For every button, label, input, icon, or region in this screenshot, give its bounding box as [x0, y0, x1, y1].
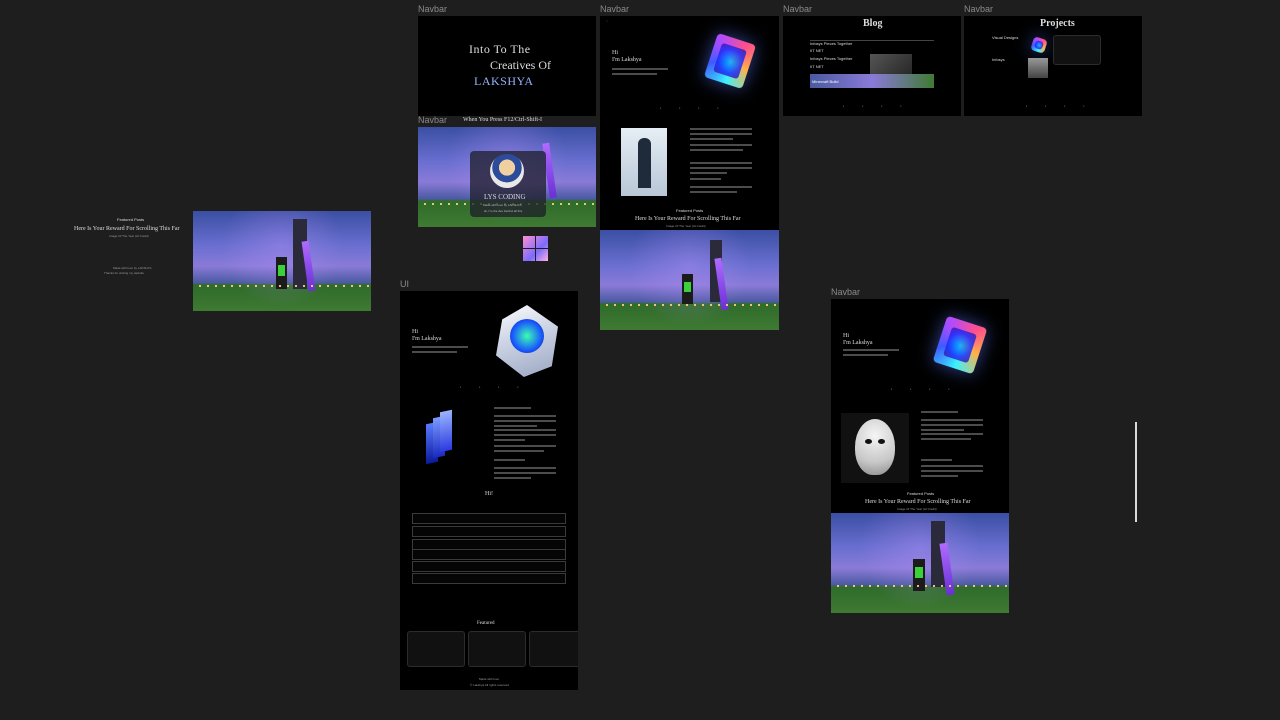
reward-eyebrow-3: Featured Posts [907, 491, 935, 496]
mask-image [841, 413, 909, 483]
profile-card: LYS CODING Made with love by LAKSHYA Hi,… [470, 151, 546, 217]
ui-name: I'm Lakshya [412, 336, 442, 342]
projects-title: Projects [1040, 18, 1075, 29]
blog-frame[interactable]: Blog Infosys Pieces Together IIT NET Inf… [783, 16, 961, 116]
blog-thumb[interactable]: Minecraft Build [810, 74, 934, 88]
contact-field-2[interactable] [412, 526, 566, 537]
reward-eyebrow-left: Featured Posts [117, 217, 145, 222]
ui-crystal-icon [496, 305, 558, 377]
blog-item-1[interactable]: Infosys Pieces Together [810, 41, 852, 46]
reward-title-left: Here Is Your Reward For Scrolling This F… [74, 226, 180, 232]
intro-greeting: Hi [612, 50, 618, 56]
frame-label-navbar-6[interactable]: Navbar [831, 287, 860, 297]
mask-frame[interactable]: Hi I'm Lakshya ▪ ▪ ▪ ▪ Featured Posts Here … [831, 299, 1009, 513]
project-item-1[interactable]: Visual Designs [992, 35, 1018, 40]
shortcut-frame[interactable]: LYS CODING Made with love by LAKSHYA Hi,… [418, 127, 596, 227]
blog-item-2[interactable]: IIT NET [810, 48, 824, 53]
project-cube-icon [1030, 36, 1048, 54]
avatar [490, 154, 524, 188]
featured-card-1[interactable] [407, 631, 465, 667]
intro-greeting-2: Hi [843, 333, 849, 339]
reward-caption2-left: Thanks for visiting my website [104, 271, 145, 275]
contact-field-5[interactable] [412, 561, 566, 572]
contact-field-6[interactable] [412, 573, 566, 584]
hero-line-1: Into To The [469, 42, 531, 56]
hero-name: LAKSHYA [474, 74, 534, 88]
minecraft-image-3[interactable] [831, 513, 1009, 613]
frame-label-navbar-5[interactable]: Navbar [418, 115, 447, 125]
project-item-2[interactable]: Infosys [992, 57, 1005, 62]
contact-field-1[interactable] [412, 513, 566, 524]
ui-frame[interactable]: Hi I'm Lakshya ▪ ▪ ▪ ▪ Hi! Featured Made wi… [400, 291, 578, 690]
reward-sub-2: Image Of The Year (AI Credit) [666, 224, 706, 228]
blog-title: Blog [863, 18, 883, 29]
frame-label-ui[interactable]: UI [400, 279, 409, 289]
hero-line-2: Creatives Of [490, 58, 551, 72]
intro-name-2: I'm Lakshya [843, 340, 873, 346]
reward-caption1-left: Made with love by LAKSHYA [113, 266, 152, 270]
blog-item-5: Minecraft Build [812, 79, 839, 84]
frame-label-navbar-2[interactable]: Navbar [600, 4, 629, 14]
profile-sub: Made with love by LAKSHYA [483, 203, 522, 207]
intro-name: I'm Lakshya [612, 57, 642, 63]
contact-field-4[interactable] [412, 549, 566, 560]
blog-item-4[interactable]: IIT NET [810, 64, 824, 69]
ui-cards-graphic [426, 409, 456, 465]
featured-card-2[interactable] [468, 631, 526, 667]
reward-title-2: Here Is Your Reward For Scrolling This F… [635, 216, 741, 222]
ui-footer-1: Made with love [479, 677, 500, 681]
profile-sub-2: Hi, I'm the dev behind all this [484, 209, 523, 213]
reward-sub-3: Image Of The Year (AI Credit) [897, 507, 937, 511]
ui-featured: Featured [477, 621, 495, 626]
about-frame[interactable]: ◦◦ Hi I'm Lakshya ▪ ▪ ▪ ▪ Featured Posts He… [600, 16, 779, 230]
featured-card-3[interactable] [529, 631, 578, 667]
canvas-scrollbar[interactable] [1135, 422, 1137, 522]
ui-footer-2: © Lakshya All rights reserved [470, 683, 509, 687]
ui-greeting: Hi [412, 329, 418, 335]
ui-contact-label: Hi! [485, 491, 493, 497]
shortcut-title: When You Press F12/Ctrl-Shift-I [463, 117, 543, 123]
frame-label-navbar-4[interactable]: Navbar [964, 4, 993, 14]
blog-item-3[interactable]: Infosys Pieces Together [810, 56, 852, 61]
reward-eyebrow-2: Featured Posts [676, 208, 704, 213]
frame-label-navbar-1[interactable]: Navbar [418, 4, 447, 14]
frame-label-navbar-3[interactable]: Navbar [783, 4, 812, 14]
windows-logo-icon[interactable] [523, 236, 548, 261]
reward-sub-left: Image Of The Year (AI Credit) [109, 234, 149, 238]
hero-frame[interactable]: Into To The Creatives Of LAKSHYA [418, 16, 596, 116]
profile-name: LYS CODING [484, 193, 526, 201]
minecraft-reward-image[interactable] [193, 211, 371, 311]
portrait-image [621, 128, 667, 196]
project-card[interactable] [1053, 35, 1101, 65]
minecraft-image-2[interactable] [600, 230, 779, 330]
hero-cube-icon [703, 32, 757, 90]
cube-icon-2 [932, 315, 988, 375]
projects-frame[interactable]: Projects Visual Designs Infosys ▪ ▪ ▪ ▪ [964, 16, 1142, 116]
reward-title-3: Here Is Your Reward For Scrolling This F… [865, 499, 971, 505]
